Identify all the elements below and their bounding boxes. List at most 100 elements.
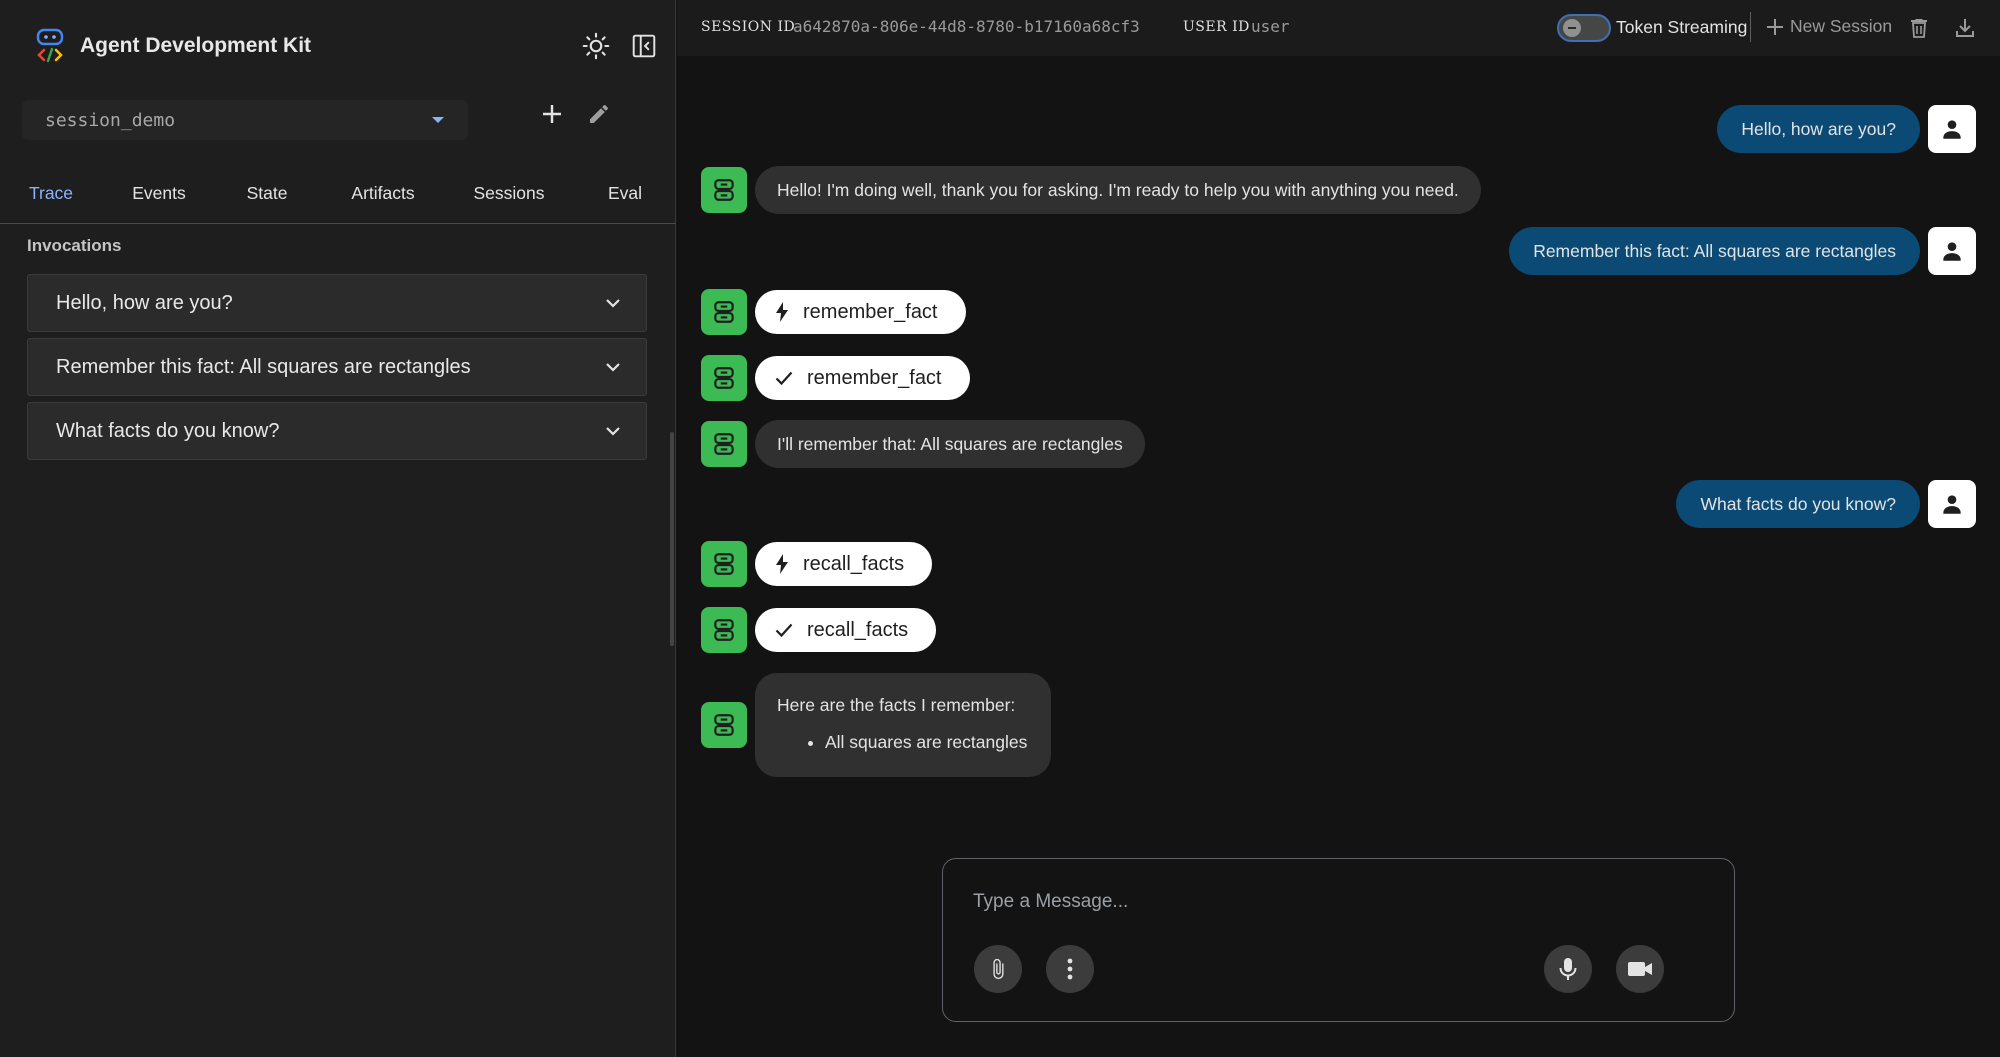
function-call-chip[interactable]: remember_fact bbox=[755, 290, 966, 334]
tab-sessions[interactable]: Sessions bbox=[473, 170, 544, 224]
robot-icon bbox=[714, 179, 734, 201]
agent-message-bubble: I'll remember that: All squares are rect… bbox=[755, 420, 1145, 468]
chevron-down-icon bbox=[606, 363, 620, 372]
invocation-label: What facts do you know? bbox=[56, 419, 280, 442]
agent-function-response: recall_facts bbox=[701, 607, 937, 653]
function-response-chip[interactable]: recall_facts bbox=[755, 608, 937, 652]
microphone-button[interactable] bbox=[1544, 945, 1592, 993]
agent-message-bubble: Hello! I'm doing well, thank you for ask… bbox=[755, 166, 1481, 214]
agent-function-call: remember_fact bbox=[701, 289, 966, 335]
token-streaming-toggle[interactable] bbox=[1557, 14, 1611, 42]
check-icon bbox=[775, 371, 793, 386]
user-avatar bbox=[1928, 480, 1976, 528]
download-icon bbox=[1956, 19, 1974, 37]
agent-avatar bbox=[701, 167, 747, 213]
invocations-heading: Invocations bbox=[27, 236, 122, 255]
theme-toggle-button[interactable] bbox=[580, 30, 612, 62]
robot-icon bbox=[714, 367, 734, 389]
user-message-bubble: Hello, how are you? bbox=[1717, 105, 1920, 153]
fact-item: All squares are rectangles bbox=[825, 724, 1027, 761]
header-divider bbox=[1750, 12, 1751, 42]
chevron-down-icon bbox=[606, 427, 620, 436]
message-composer[interactable]: Type a Message... bbox=[942, 858, 1735, 1022]
invocation-item[interactable]: Hello, how are you? bbox=[27, 274, 647, 332]
user-id-value: user bbox=[1251, 17, 1290, 36]
invocation-item[interactable]: What facts do you know? bbox=[27, 402, 647, 460]
tab-eval[interactable]: Eval bbox=[608, 170, 642, 224]
user-message-bubble: Remember this fact: All squares are rect… bbox=[1509, 227, 1920, 275]
function-name: remember_fact bbox=[803, 300, 938, 323]
brand: Agent Development Kit bbox=[34, 28, 311, 64]
check-icon bbox=[775, 623, 793, 638]
microphone-icon bbox=[1559, 958, 1577, 980]
video-button[interactable] bbox=[1616, 945, 1664, 993]
sidebar: Agent Development Kit session_demo Trace… bbox=[0, 0, 676, 1057]
app-select-dropdown[interactable]: session_demo bbox=[22, 100, 468, 140]
person-icon bbox=[1943, 495, 1961, 514]
message-input[interactable]: Type a Message... bbox=[973, 891, 1128, 913]
top-bar: SESSION ID a642870a-806e-44d8-8780-b1716… bbox=[677, 0, 2000, 56]
selected-app-value: session_demo bbox=[45, 109, 176, 131]
delete-session-button[interactable] bbox=[1905, 14, 1933, 42]
agent-avatar bbox=[701, 702, 747, 748]
agent-avatar bbox=[701, 421, 747, 467]
user-avatar bbox=[1928, 105, 1976, 153]
agent-message: Here are the facts I remember: All squar… bbox=[701, 673, 1052, 777]
paperclip-icon bbox=[993, 958, 1004, 980]
user-message: What facts do you know? bbox=[1676, 480, 1976, 528]
robot-icon bbox=[714, 553, 734, 575]
sidebar-scrollbar[interactable] bbox=[670, 432, 674, 646]
chevron-down-icon bbox=[606, 299, 620, 308]
agent-avatar bbox=[701, 355, 747, 401]
agent-function-response: remember_fact bbox=[701, 355, 970, 401]
collapse-sidebar-button[interactable] bbox=[628, 30, 660, 62]
function-name: recall_facts bbox=[803, 552, 905, 575]
user-message: Hello, how are you? bbox=[1717, 105, 1976, 153]
edit-session-button[interactable] bbox=[581, 96, 617, 132]
agent-avatar bbox=[701, 289, 747, 335]
left-panel-close-icon bbox=[632, 34, 656, 58]
bolt-icon bbox=[776, 554, 788, 574]
plus-icon bbox=[1767, 18, 1783, 35]
new-session-label: New Session bbox=[1790, 16, 1893, 36]
function-response-chip[interactable]: remember_fact bbox=[755, 356, 970, 400]
pencil-icon bbox=[590, 104, 609, 123]
invocations-list: Hello, how are you? Remember this fact: … bbox=[27, 274, 647, 466]
function-call-chip[interactable]: recall_facts bbox=[755, 542, 933, 586]
sun-icon bbox=[582, 32, 610, 60]
tab-state[interactable]: State bbox=[247, 170, 288, 224]
toggle-knob bbox=[1563, 19, 1581, 37]
agent-function-call: recall_facts bbox=[701, 541, 933, 587]
invocation-item[interactable]: Remember this fact: All squares are rect… bbox=[27, 338, 647, 396]
person-icon bbox=[1943, 242, 1961, 261]
token-streaming-label: Token Streaming bbox=[1616, 17, 1748, 37]
tab-trace[interactable]: Trace bbox=[29, 170, 73, 224]
download-button[interactable] bbox=[1951, 14, 1979, 42]
agent-avatar bbox=[701, 607, 747, 653]
trash-icon bbox=[1911, 19, 1927, 38]
agent-message-text: Here are the facts I remember: bbox=[777, 695, 1016, 715]
adk-logo-icon bbox=[36, 28, 64, 63]
invocation-label: Remember this fact: All squares are rect… bbox=[56, 355, 471, 378]
tab-events[interactable]: Events bbox=[132, 170, 186, 224]
tab-artifacts[interactable]: Artifacts bbox=[351, 170, 414, 224]
agent-avatar bbox=[701, 541, 747, 587]
dropdown-arrow-icon bbox=[432, 117, 444, 123]
plus-icon bbox=[543, 105, 561, 123]
bolt-icon bbox=[776, 302, 788, 322]
invocation-label: Hello, how are you? bbox=[56, 291, 233, 314]
attach-button[interactable] bbox=[974, 945, 1022, 993]
function-name: recall_facts bbox=[807, 618, 909, 641]
session-id-value: a642870a-806e-44d8-8780-b17160a68cf3 bbox=[793, 17, 1140, 36]
add-session-button[interactable] bbox=[534, 96, 570, 132]
user-id-label: USER ID bbox=[1183, 19, 1250, 35]
new-session-button[interactable]: New Session bbox=[1766, 16, 1892, 37]
videocam-icon bbox=[1628, 962, 1652, 976]
more-options-button[interactable] bbox=[1046, 945, 1094, 993]
facts-list: All squares are rectangles bbox=[825, 724, 1027, 761]
person-icon bbox=[1943, 120, 1961, 139]
session-id-label: SESSION ID bbox=[701, 19, 796, 35]
sidebar-tabs: Trace Events State Artifacts Sessions Ev… bbox=[0, 170, 676, 224]
app-title: Agent Development Kit bbox=[80, 34, 312, 57]
user-message-bubble: What facts do you know? bbox=[1676, 480, 1920, 528]
